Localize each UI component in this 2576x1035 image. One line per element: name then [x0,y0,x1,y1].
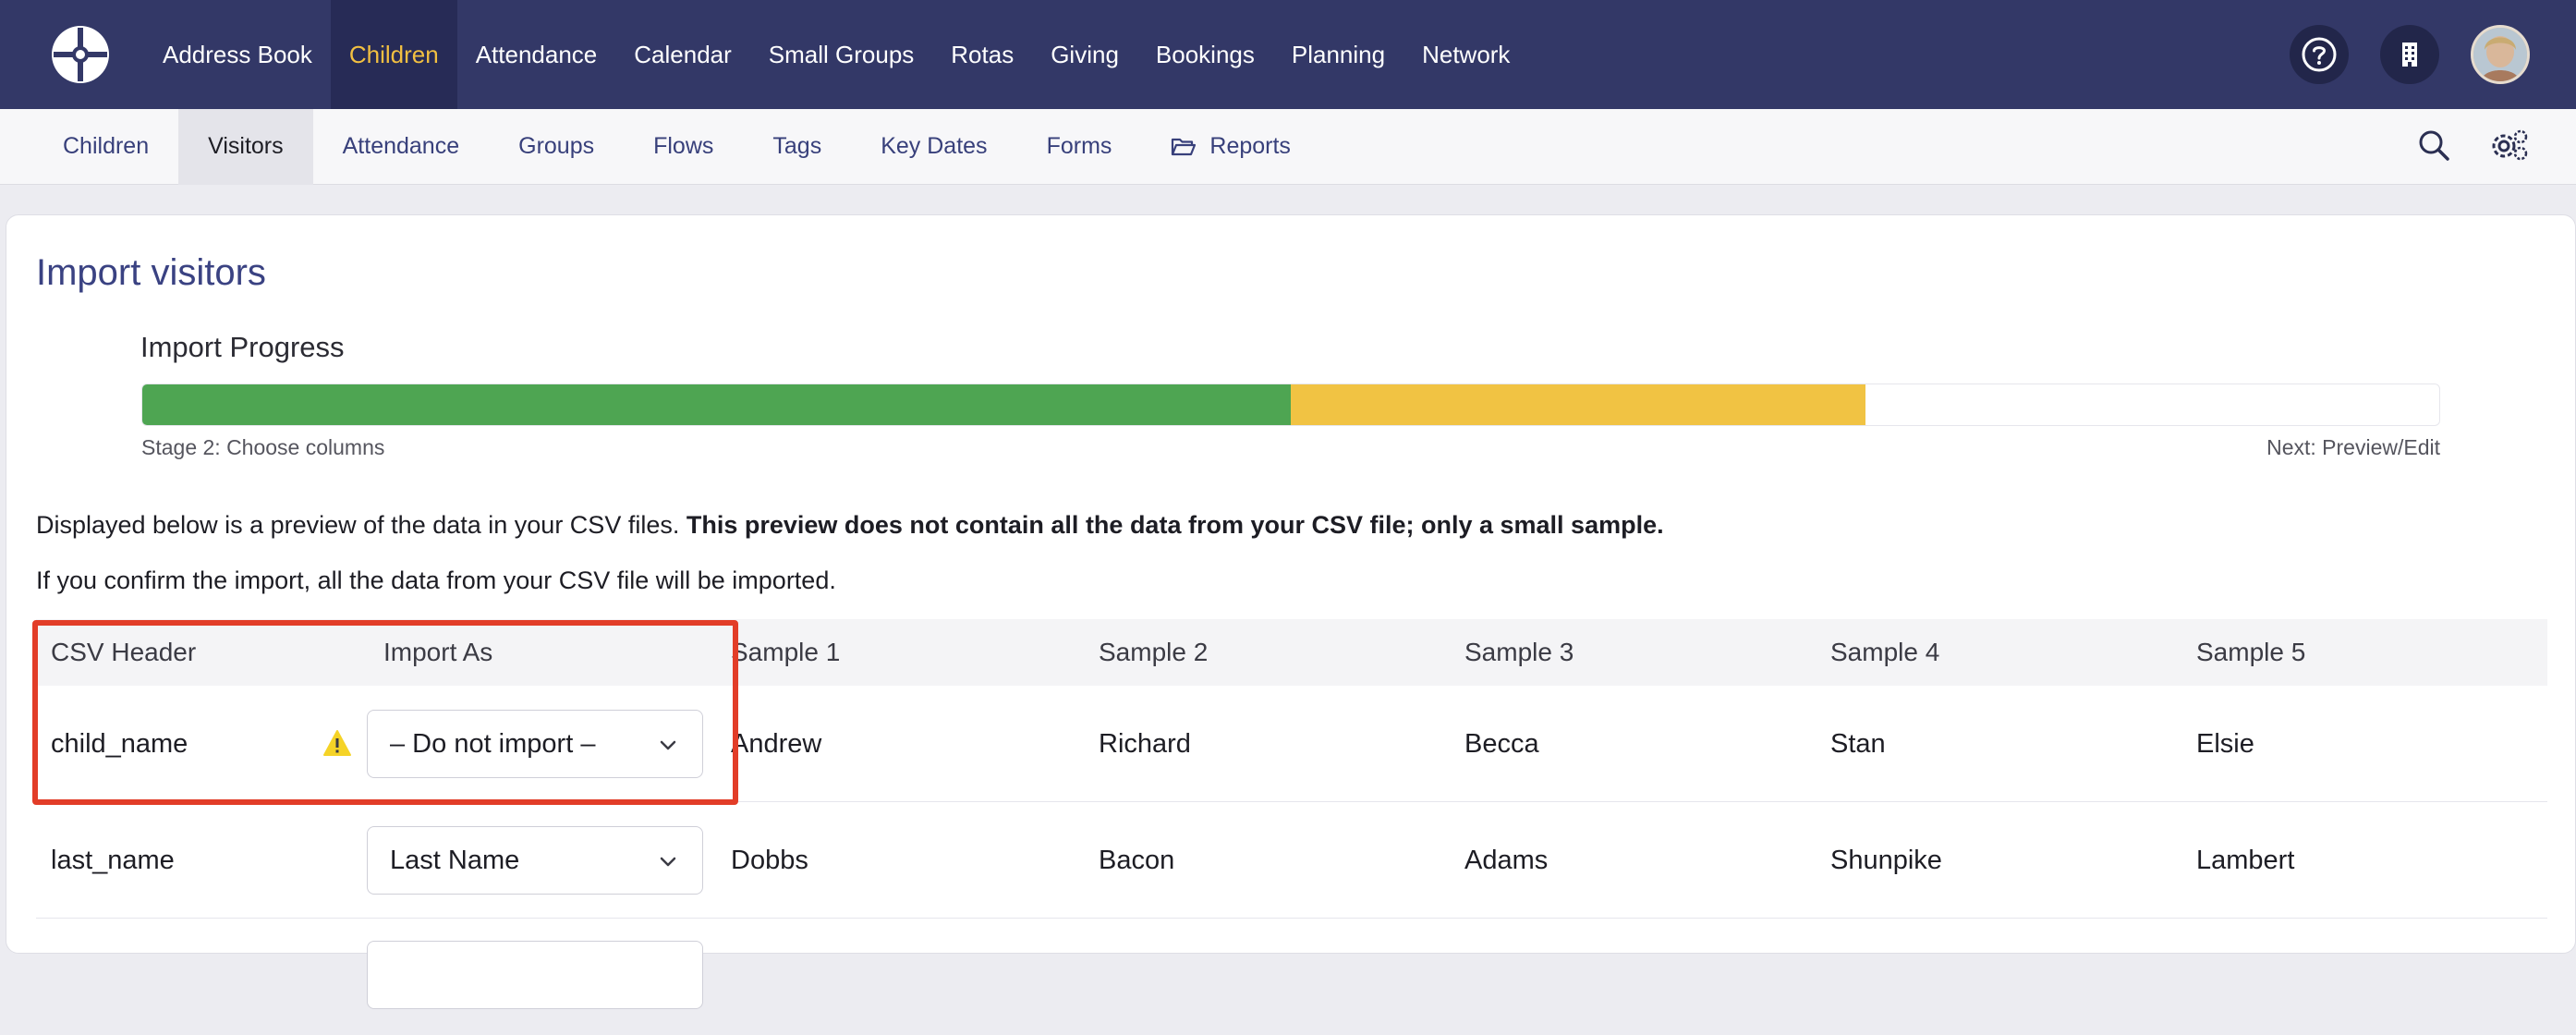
tab-visitors[interactable]: Visitors [178,108,313,185]
page-title: Import visitors [36,252,266,293]
topnav-calendar[interactable]: Calendar [615,0,750,109]
building-icon [2402,43,2417,67]
import-as-value: – Do not import – [390,728,596,759]
help-button[interactable] [2290,25,2349,84]
search-icon [2419,130,2449,161]
import-confirm-note: If you confirm the import, all the data … [36,566,836,594]
sample-cell: Stan [1830,728,1886,759]
topnav-address-book[interactable]: Address Book [144,0,331,109]
import-as-select[interactable]: – Do not import – [367,710,703,778]
tab-children[interactable]: Children [33,109,178,185]
tab-reports[interactable]: Reports [1141,109,1320,185]
chevron-down-icon [660,857,676,867]
main-menu: Address Book Children Attendance Calenda… [144,0,1528,109]
top-navigation-bar: Address Book Children Attendance Calenda… [0,0,2576,109]
import-as-select[interactable] [367,941,703,1009]
tab-attendance[interactable]: Attendance [313,109,490,185]
sample-cell: Dobbs [731,845,808,875]
next-stage-text: Next: Preview/Edit [2266,435,2440,459]
import-card: Import visitors Import Progress Stage 2:… [6,214,2576,1009]
tab-groups[interactable]: Groups [489,109,624,185]
tab-key-dates[interactable]: Key Dates [851,109,1016,185]
column-header-sample-1: Sample 1 [731,638,841,666]
csv-header-cell: child_name [51,728,188,759]
tab-flows[interactable]: Flows [624,109,743,185]
sample-cell: Elsie [2196,728,2254,759]
tab-forms[interactable]: Forms [1017,109,1142,185]
section-actions [2417,109,2530,185]
sample-cell: Adams [1464,845,1549,875]
help-icon [2302,37,2337,72]
preview-description: Displayed below is a preview of the data… [36,511,1664,540]
sample-cell: Shunpike [1830,845,1942,875]
search-button[interactable] [2417,128,2450,166]
topnav-network[interactable]: Network [1403,0,1528,109]
topnav-planning[interactable]: Planning [1273,0,1403,109]
section-menu: Children Visitors Attendance Groups Flow… [33,108,1320,185]
preview-description-bold: This preview does not contain all the da… [686,511,1664,539]
sample-cell: Richard [1099,728,1191,759]
top-right-actions [2290,0,2530,109]
topnav-bookings[interactable]: Bookings [1137,0,1273,109]
warning-icon [322,729,352,761]
current-stage-text: Stage 2: Choose columns [141,435,385,459]
csv-header-cell: last_name [51,845,175,875]
organisation-button[interactable] [2380,25,2439,84]
table-row: child_name – Do not import – Andrew Rich… [36,686,2547,802]
csv-mapping-table: CSV Header Import As Sample 1 Sample 2 S… [36,619,2547,1035]
sample-cell: Bacon [1099,845,1175,875]
settings-button[interactable] [2489,128,2530,167]
progress-complete-segment [142,384,1291,425]
column-header-sample-2: Sample 2 [1099,638,1209,666]
column-header-sample-3: Sample 3 [1464,638,1574,666]
sample-cell: Lambert [2196,845,2295,875]
table-row-partial [36,919,2547,1035]
column-header-sample-4: Sample 4 [1830,638,1940,666]
app-logo-icon[interactable] [48,22,113,87]
tab-tags[interactable]: Tags [743,109,851,185]
import-as-select[interactable]: Last Name [367,826,703,895]
topnav-giving[interactable]: Giving [1032,0,1137,109]
preview-description-normal: Displayed below is a preview of the data… [36,511,687,539]
topnav-rotas[interactable]: Rotas [932,0,1032,109]
tab-reports-label: Reports [1209,133,1291,159]
table-header-row: CSV Header Import As Sample 1 Sample 2 S… [36,619,2547,686]
progress-label: Import Progress [140,331,345,363]
settings-icon [2492,129,2528,160]
column-header-sample-5: Sample 5 [2196,638,2306,666]
table-row: last_name Last Name Dobbs Bacon Adams Sh… [36,802,2547,919]
column-header-import-as: Import As [383,638,493,666]
import-as-value: Last Name [390,845,520,875]
column-header-csv-header: CSV Header [51,638,197,666]
topnav-attendance[interactable]: Attendance [457,0,616,109]
topnav-small-groups[interactable]: Small Groups [750,0,933,109]
chevron-down-icon [660,740,676,750]
folder-open-icon [1171,137,1197,157]
progress-current-segment [1291,384,1865,425]
import-progress-bar [141,384,2440,426]
sample-cell: Andrew [731,728,822,759]
avatar[interactable] [2471,25,2530,84]
topnav-children[interactable]: Children [330,0,457,109]
sample-cell: Becca [1464,728,1539,759]
section-navigation-bar: Children Visitors Attendance Groups Flow… [0,108,2576,185]
